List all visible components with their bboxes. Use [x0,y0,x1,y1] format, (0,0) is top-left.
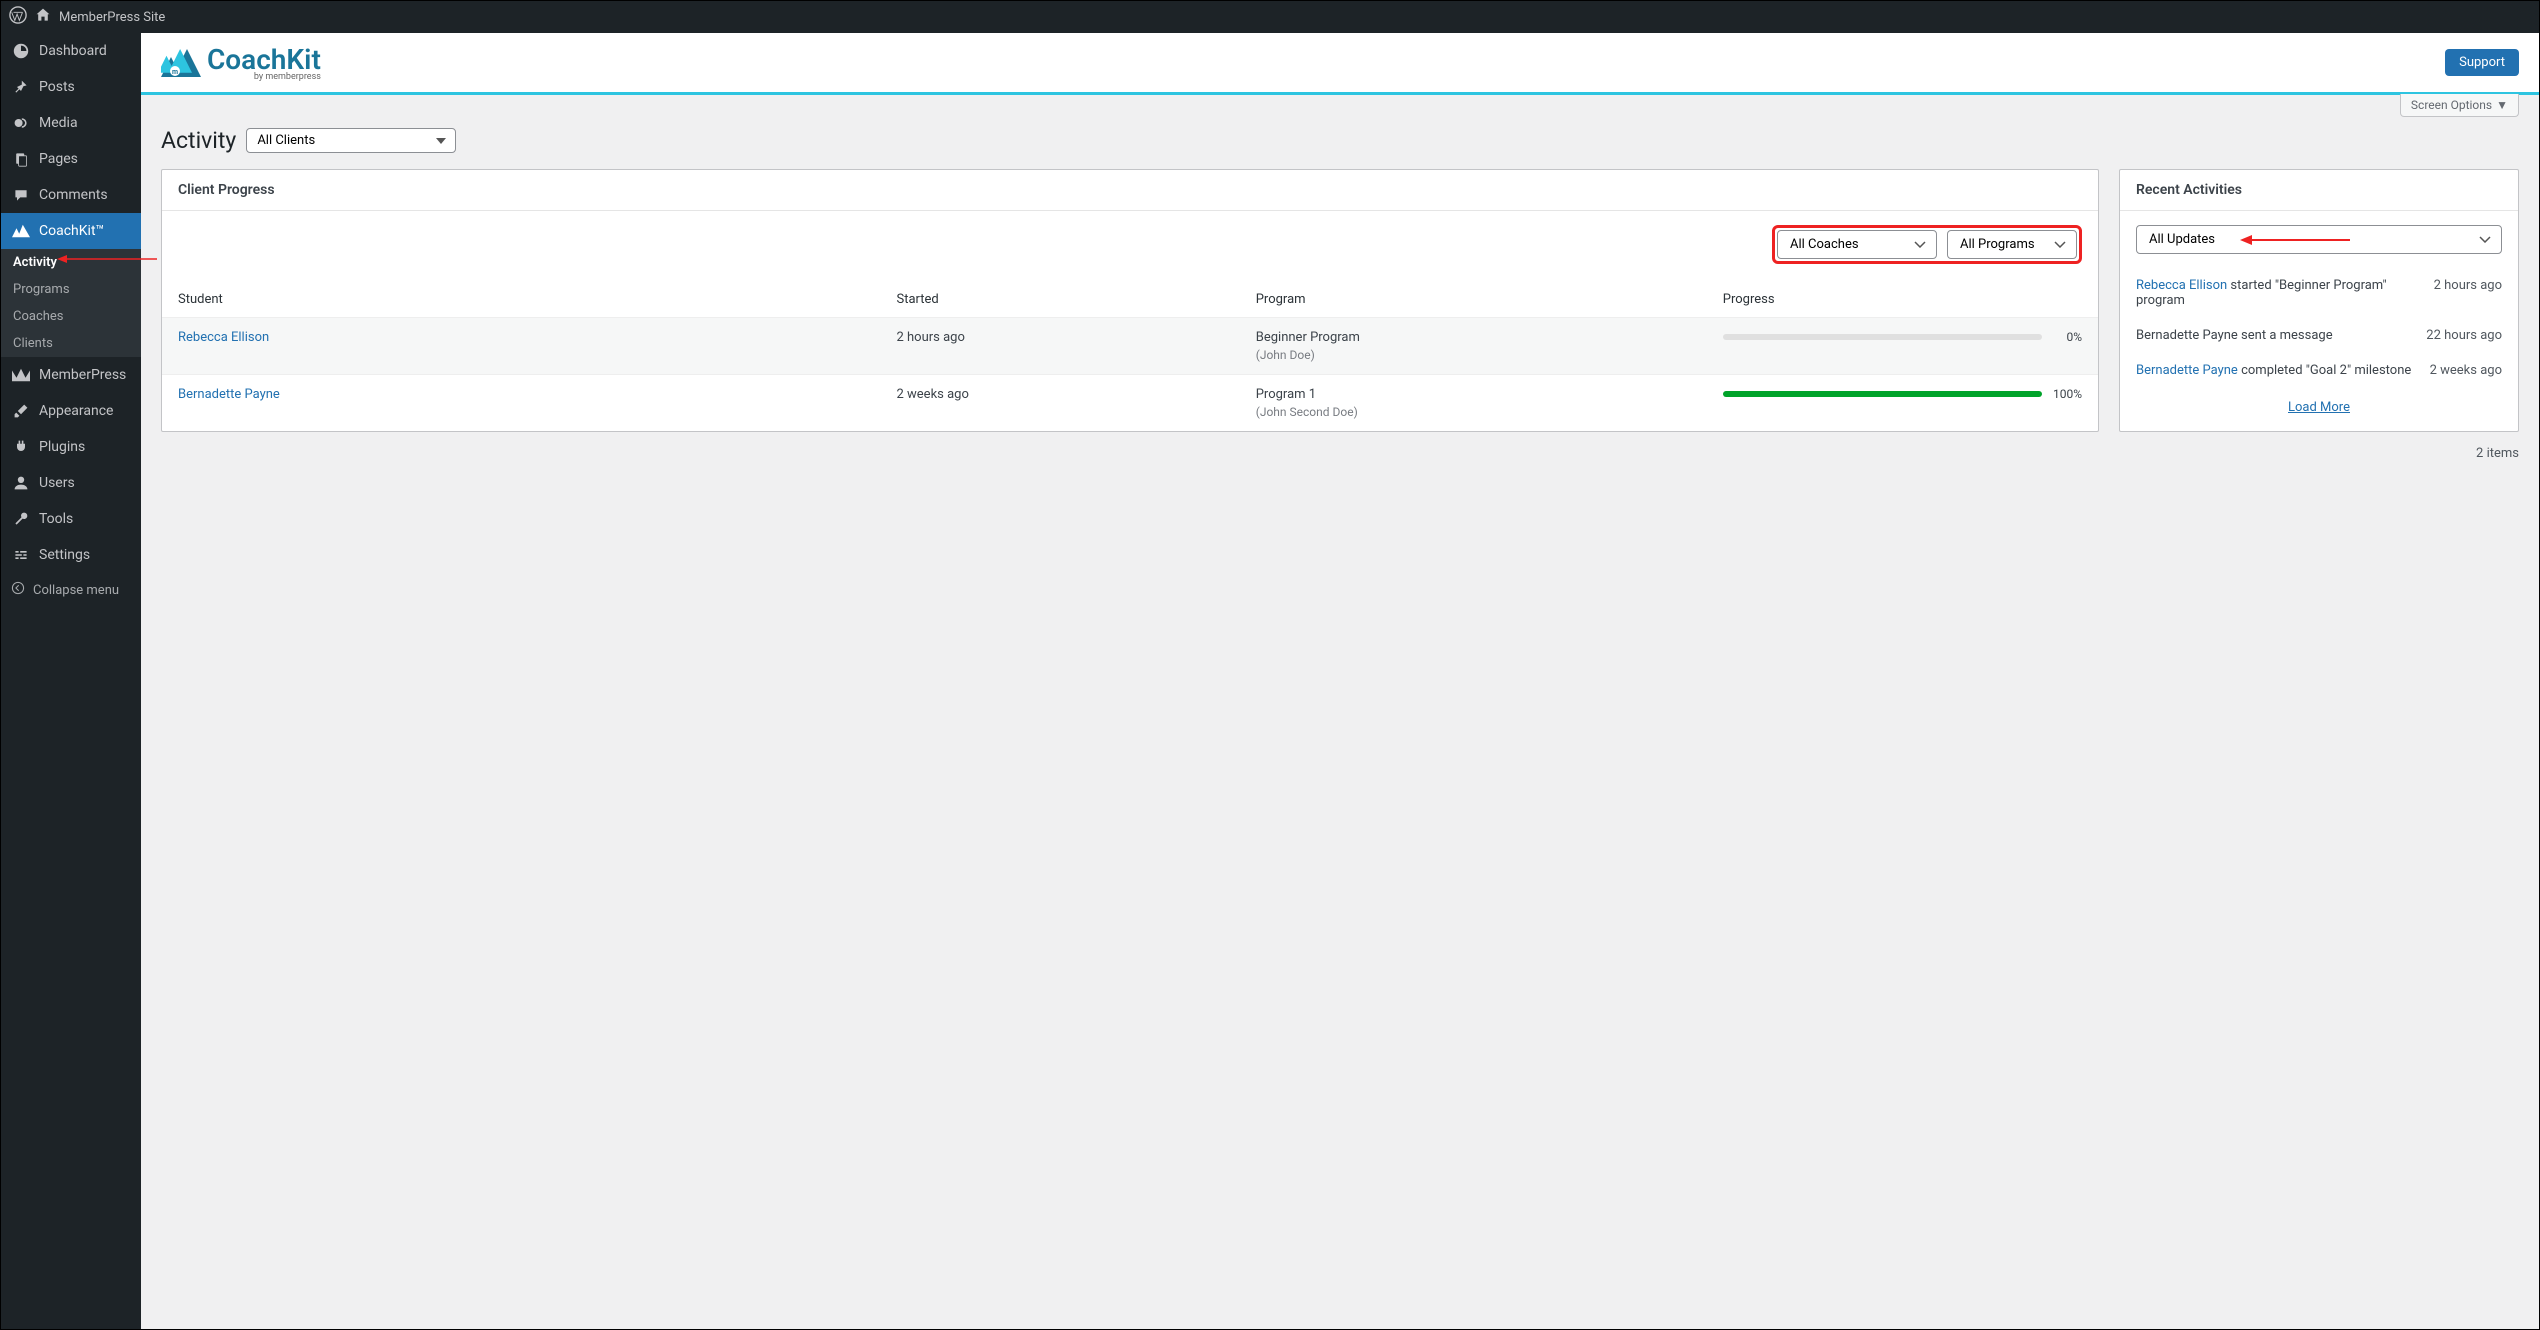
content-area: m CoachKit by memberpress Support Screen… [141,33,2539,1329]
admin-sidebar: Dashboard Posts Media Pages Comments Coa… [1,33,141,1329]
client-progress-title: Client Progress [162,170,2098,211]
sidebar-item-media[interactable]: Media [1,105,141,141]
activity-item: Bernadette Payne completed "Goal 2" mile… [2120,353,2518,388]
sidebar-item-comments[interactable]: Comments [1,177,141,213]
started-cell: 2 weeks ago [896,387,1255,402]
sidebar-sub-coaches[interactable]: Coaches [1,303,141,330]
sidebar-sub-programs[interactable]: Programs [1,276,141,303]
progress-table: Student Started Program Progress Rebecca… [162,282,2098,431]
started-cell: 2 hours ago [896,330,1255,345]
sidebar-item-posts[interactable]: Posts [1,69,141,105]
dashboard-icon [11,41,31,61]
sidebar-item-tools[interactable]: Tools [1,501,141,537]
coachkit-icon [11,221,31,241]
table-header-row: Student Started Program Progress [162,282,2098,317]
sidebar-item-memberpress[interactable]: MemberPress [1,357,141,393]
pages-icon [11,149,31,169]
wordpress-icon[interactable] [9,6,27,28]
page-title: Activity [161,127,236,154]
student-link[interactable]: Rebecca Ellison [178,330,269,345]
sidebar-item-users[interactable]: Users [1,465,141,501]
clients-select[interactable]: All Clients [246,128,456,153]
screen-options-button[interactable]: Screen Options ▼ [2400,94,2519,117]
site-name[interactable]: MemberPress Site [59,10,165,25]
activity-time: 22 hours ago [2426,328,2502,343]
filter-highlight-annotation: All Coaches All Programs [1772,225,2082,264]
memberpress-icon [11,365,31,385]
recent-activities-title: Recent Activities [2120,170,2518,211]
program-cell: Beginner Program (John Doe) [1256,330,1723,362]
activity-link[interactable]: Rebecca Ellison [2136,278,2227,293]
sidebar-submenu: Activity Programs Coaches Clients [1,249,141,357]
user-icon [11,473,31,493]
coachkit-logo: m CoachKit by memberpress [161,43,321,82]
svg-text:m: m [172,68,178,76]
table-row: Rebecca Ellison 2 hours ago Beginner Pro… [162,317,2098,374]
sidebar-item-appearance[interactable]: Appearance [1,393,141,429]
sidebar-item-pages[interactable]: Pages [1,141,141,177]
col-student-header: Student [178,292,896,307]
brush-icon [11,401,31,421]
programs-select[interactable]: All Programs [1947,230,2077,259]
table-row: Bernadette Payne 2 weeks ago Program 1 (… [162,374,2098,431]
logo-mountain-icon: m [161,49,201,77]
sidebar-item-settings[interactable]: Settings [1,537,141,573]
recent-activities-panel: Recent Activities All Updates Rebecca El… [2119,169,2519,432]
collapse-icon [11,581,25,599]
load-more-link[interactable]: Load More [2120,388,2518,427]
sidebar-item-coachkit[interactable]: CoachKit™ [1,213,141,249]
support-button[interactable]: Support [2445,49,2519,76]
program-cell: Program 1 (John Second Doe) [1256,387,1723,419]
media-icon [11,113,31,133]
plug-icon [11,437,31,457]
activity-item: Bernadette Payne sent a message 22 hours… [2120,318,2518,353]
sidebar-item-plugins[interactable]: Plugins [1,429,141,465]
progress-cell: 0% [1723,330,2082,344]
col-program-header: Program [1256,292,1723,307]
comments-icon [11,185,31,205]
collapse-menu[interactable]: Collapse menu [1,573,141,607]
updates-select[interactable]: All Updates [2136,225,2502,254]
admin-topbar: MemberPress Site [1,1,2539,33]
client-progress-panel: Client Progress All Coaches All Programs… [161,169,2099,432]
page-header: Activity All Clients [141,117,2539,169]
items-count: 2 items [141,432,2539,461]
home-icon[interactable] [35,7,51,27]
sidebar-sub-clients[interactable]: Clients [1,330,141,357]
col-progress-header: Progress [1723,292,2082,307]
sliders-icon [11,545,31,565]
activity-link[interactable]: Bernadette Payne [2136,363,2238,378]
activity-time: 2 hours ago [2434,278,2502,308]
wrench-icon [11,509,31,529]
activity-time: 2 weeks ago [2430,363,2502,378]
activity-item: Rebecca Ellison started "Beginner Progra… [2120,268,2518,318]
progress-cell: 100% [1723,387,2082,401]
sidebar-item-dashboard[interactable]: Dashboard [1,33,141,69]
plugin-header: m CoachKit by memberpress Support [141,33,2539,95]
col-started-header: Started [896,292,1255,307]
pin-icon [11,77,31,97]
student-link[interactable]: Bernadette Payne [178,387,280,402]
chevron-down-icon: ▼ [2496,98,2508,112]
sidebar-sub-activity[interactable]: Activity [1,249,141,276]
coaches-select[interactable]: All Coaches [1777,230,1937,259]
